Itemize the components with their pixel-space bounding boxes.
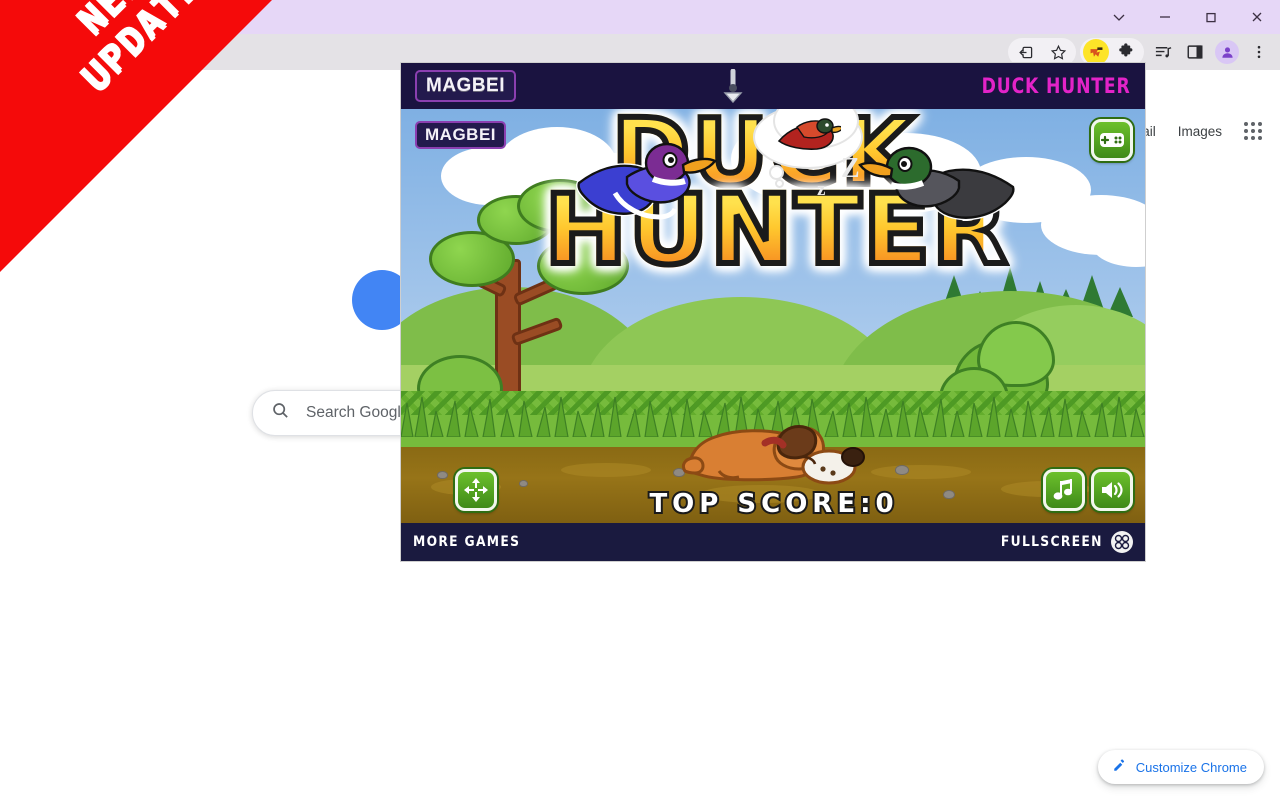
maximize-restore-icon[interactable] [1188, 0, 1234, 34]
music-button[interactable] [1043, 469, 1085, 511]
sound-button[interactable] [1091, 469, 1133, 511]
game-footer: MORE GAMES FULLSCREEN [401, 523, 1145, 561]
thought-bubble-small [775, 179, 784, 188]
tree-foliage [537, 237, 629, 295]
browser-window: ail Images Search Google Customize Chrom… [0, 0, 1280, 800]
dream-duck-icon [777, 118, 841, 150]
fullscreen-label: FULLSCREEN [1001, 534, 1103, 550]
customize-chrome-label: Customize Chrome [1135, 759, 1247, 775]
avatar [1215, 40, 1239, 64]
profile-avatar-icon[interactable] [1212, 37, 1242, 67]
dirt-patch [871, 465, 971, 479]
minimize-icon[interactable] [1142, 0, 1188, 34]
resize-button[interactable] [455, 469, 497, 511]
fullscreen-button[interactable]: FULLSCREEN [987, 531, 1133, 553]
search-icon [271, 401, 290, 425]
magbei-watermark: MAGBEI [415, 121, 506, 149]
pencil-icon [1112, 758, 1127, 776]
sleep-z-large: Z [841, 153, 860, 184]
duck-left [576, 142, 717, 220]
stone [895, 465, 909, 475]
images-link[interactable]: Images [1178, 124, 1222, 139]
game-title: DUCK HUNTER [982, 74, 1131, 98]
chrome-menu-icon[interactable] [1244, 37, 1274, 67]
duck-right [858, 146, 1016, 221]
close-icon[interactable] [1234, 0, 1280, 34]
thought-bubble-small [769, 165, 784, 180]
customize-chrome-button[interactable]: Customize Chrome [1097, 750, 1264, 784]
down-arrow-icon[interactable] [719, 68, 747, 104]
magbei-brand-logo[interactable]: MAGBEI [415, 70, 516, 102]
stone [437, 471, 448, 479]
game-scene[interactable]: DUCK HUNTER [401, 109, 1145, 525]
search-placeholder: Search Google [306, 404, 410, 421]
tab-search-chevron-icon[interactable] [1096, 0, 1142, 34]
game-header: MAGBEI DUCK HUNTER [401, 63, 1145, 109]
dirt-patch [561, 463, 651, 477]
sleeping-dog [681, 425, 865, 485]
side-panel-icon[interactable] [1180, 37, 1210, 67]
fullscreen-icon [1111, 531, 1133, 553]
gamepad-button[interactable] [1091, 119, 1133, 161]
sleep-z-small: z [817, 179, 826, 200]
stone [519, 480, 528, 487]
top-score-label: TOP SCORE:0 [647, 487, 899, 521]
browser-titlebar [0, 0, 1280, 34]
game-embed: MAGBEI DUCK HUNTER HUNTER Z z TOP SCORE:… [400, 62, 1146, 562]
media-playlist-icon[interactable] [1148, 37, 1178, 67]
ntp-header-links: ail Images [1142, 122, 1262, 140]
more-games-button[interactable]: MORE GAMES [413, 534, 520, 550]
google-apps-icon[interactable] [1244, 122, 1262, 140]
window-controls [1096, 0, 1280, 34]
